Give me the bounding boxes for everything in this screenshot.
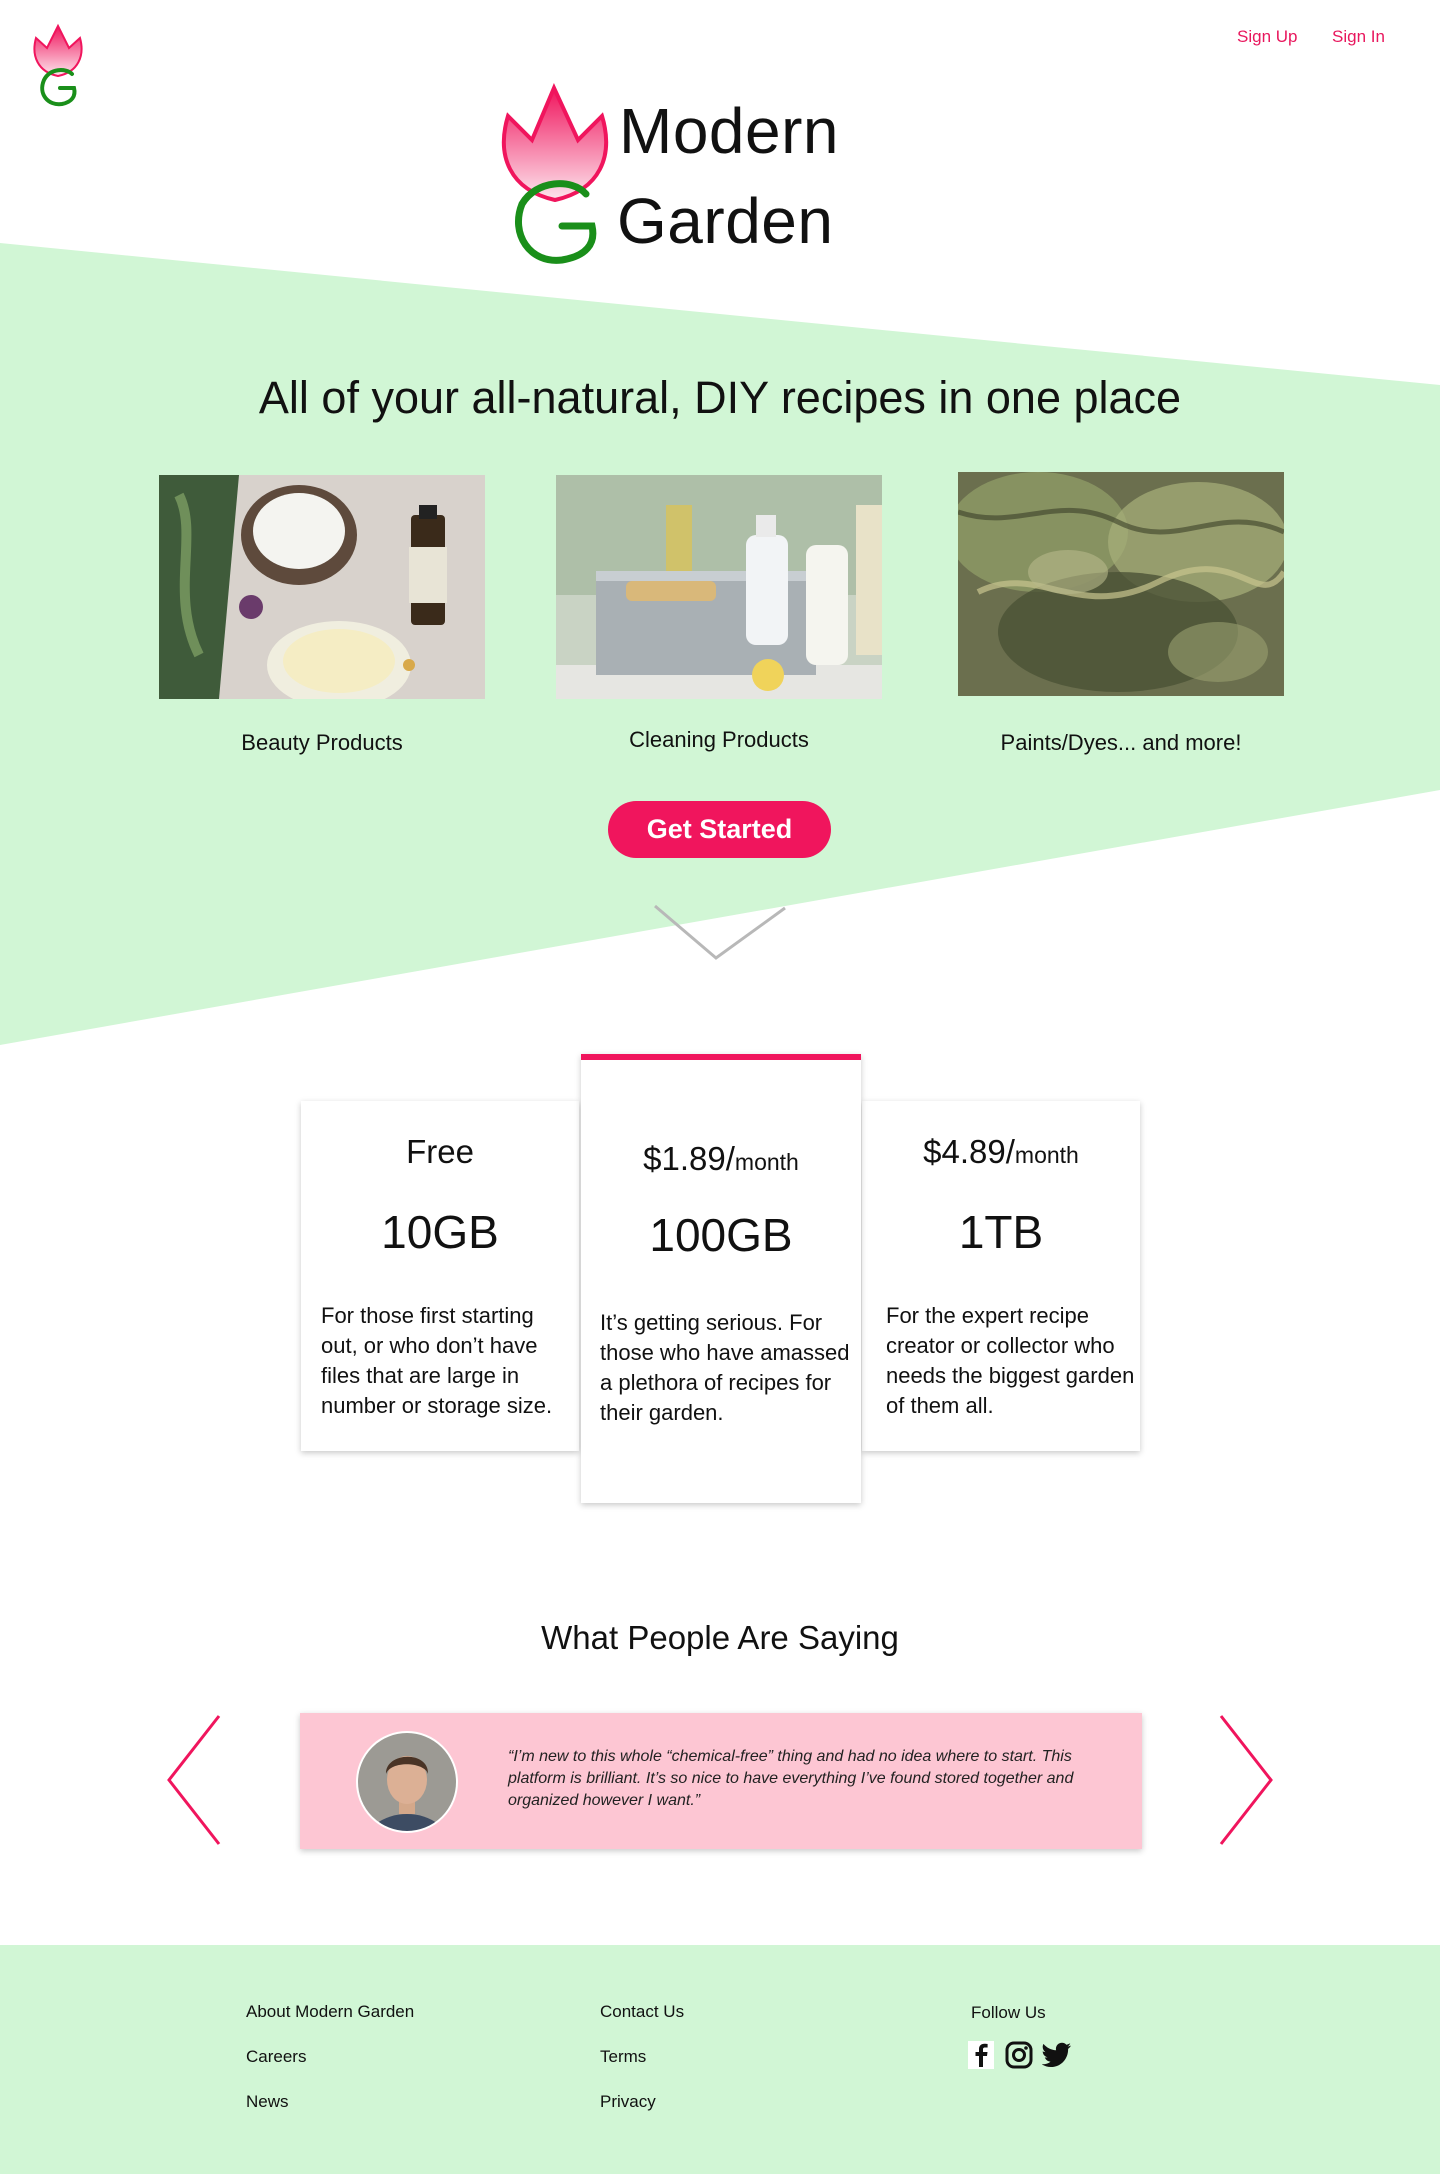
tulip-logo-icon <box>33 23 83 107</box>
avatar <box>356 1731 458 1833</box>
testimonial-card: “I’m new to this whole “chemical-free” t… <box>300 1713 1142 1849</box>
logo-word-garden: Garden <box>617 185 834 257</box>
plan-description: For those first starting out, or who don… <box>321 1303 553 1418</box>
footer-link-careers[interactable]: Careers <box>246 2047 306 2067</box>
chevron-right-icon[interactable] <box>1218 1714 1274 1846</box>
sign-up-link[interactable]: Sign Up <box>1237 27 1297 47</box>
plan-card-free[interactable]: Free 10GB For those first starting out, … <box>301 1101 579 1451</box>
hero-title: All of your all-natural, DIY recipes in … <box>258 372 1182 423</box>
footer-link-contact[interactable]: Contact Us <box>600 2002 684 2022</box>
corner-logo[interactable] <box>32 22 84 110</box>
tulip-logo-icon <box>501 83 609 264</box>
cleaning-products-image[interactable] <box>556 475 882 699</box>
plan-price: Free <box>406 1133 474 1170</box>
plan-storage: 100GB <box>649 1209 793 1261</box>
plan-card-expert[interactable]: $4.89/month 1TB For the expert recipe cr… <box>862 1101 1140 1451</box>
plan-storage: 10GB <box>381 1206 499 1258</box>
footer: About Modern Garden Careers News Contact… <box>0 1945 1440 2174</box>
plan-description: For the expert recipe creator or collect… <box>886 1303 1135 1418</box>
footer-link-news[interactable]: News <box>246 2092 289 2112</box>
logo-word-modern: Modern <box>619 95 839 167</box>
follow-us-label: Follow Us <box>971 2003 1046 2022</box>
paints-dyes-image[interactable] <box>958 472 1284 696</box>
beauty-products-image[interactable] <box>159 475 485 699</box>
category-label: Cleaning Products <box>629 727 809 752</box>
plan-price: $4.89/month <box>923 1133 1079 1170</box>
footer-link-privacy[interactable]: Privacy <box>600 2092 656 2112</box>
footer-link-about[interactable]: About Modern Garden <box>246 2002 414 2022</box>
testimonial-quote: “I’m new to this whole “chemical-free” t… <box>508 1748 1074 1809</box>
chevron-left-icon[interactable] <box>166 1714 222 1846</box>
plan-card-featured[interactable]: $1.89/month 100GB It’s getting serious. … <box>581 1054 861 1503</box>
testimonials-title: What People Are Saying <box>541 1619 899 1656</box>
get-started-button[interactable]: Get Started <box>608 801 831 858</box>
category-label: Beauty Products <box>241 730 403 755</box>
instagram-icon[interactable] <box>1005 2041 1033 2069</box>
footer-link-terms[interactable]: Terms <box>600 2047 646 2067</box>
plan-price: $1.89/month <box>643 1140 799 1177</box>
facebook-icon[interactable] <box>968 2041 994 2069</box>
main-logo: Modern Garden <box>500 82 860 272</box>
sign-in-link[interactable]: Sign In <box>1332 27 1385 47</box>
category-label: Paints/Dyes... and more! <box>1000 730 1242 755</box>
plan-storage: 1TB <box>958 1206 1044 1258</box>
twitter-icon[interactable] <box>1042 2042 1072 2068</box>
plan-description: It’s getting serious. For those who have… <box>600 1310 850 1425</box>
